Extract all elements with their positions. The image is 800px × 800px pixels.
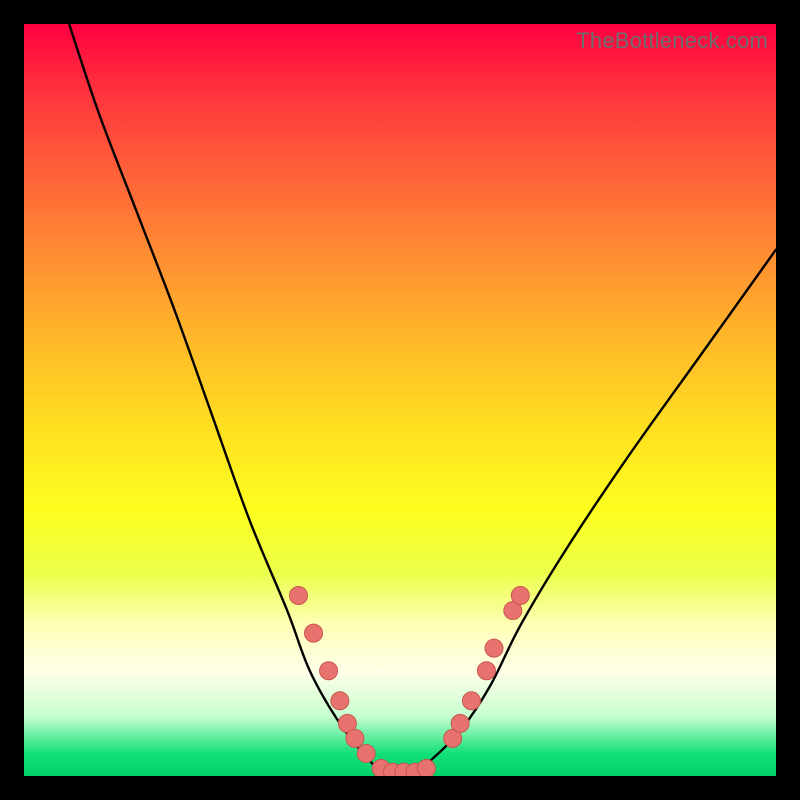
data-marker bbox=[346, 729, 364, 747]
data-marker bbox=[477, 662, 495, 680]
data-marker bbox=[511, 587, 529, 605]
data-marker bbox=[485, 639, 503, 657]
data-marker bbox=[357, 744, 375, 762]
data-marker bbox=[320, 662, 338, 680]
plot-area: TheBottleneck.com bbox=[24, 24, 776, 776]
data-marker bbox=[331, 692, 349, 710]
chart-frame: TheBottleneck.com bbox=[0, 0, 800, 800]
data-marker bbox=[451, 714, 469, 732]
data-marker bbox=[417, 759, 435, 776]
data-marker bbox=[462, 692, 480, 710]
data-marker bbox=[289, 587, 307, 605]
bottleneck-curve bbox=[69, 24, 776, 776]
data-marker bbox=[305, 624, 323, 642]
chart-svg bbox=[24, 24, 776, 776]
